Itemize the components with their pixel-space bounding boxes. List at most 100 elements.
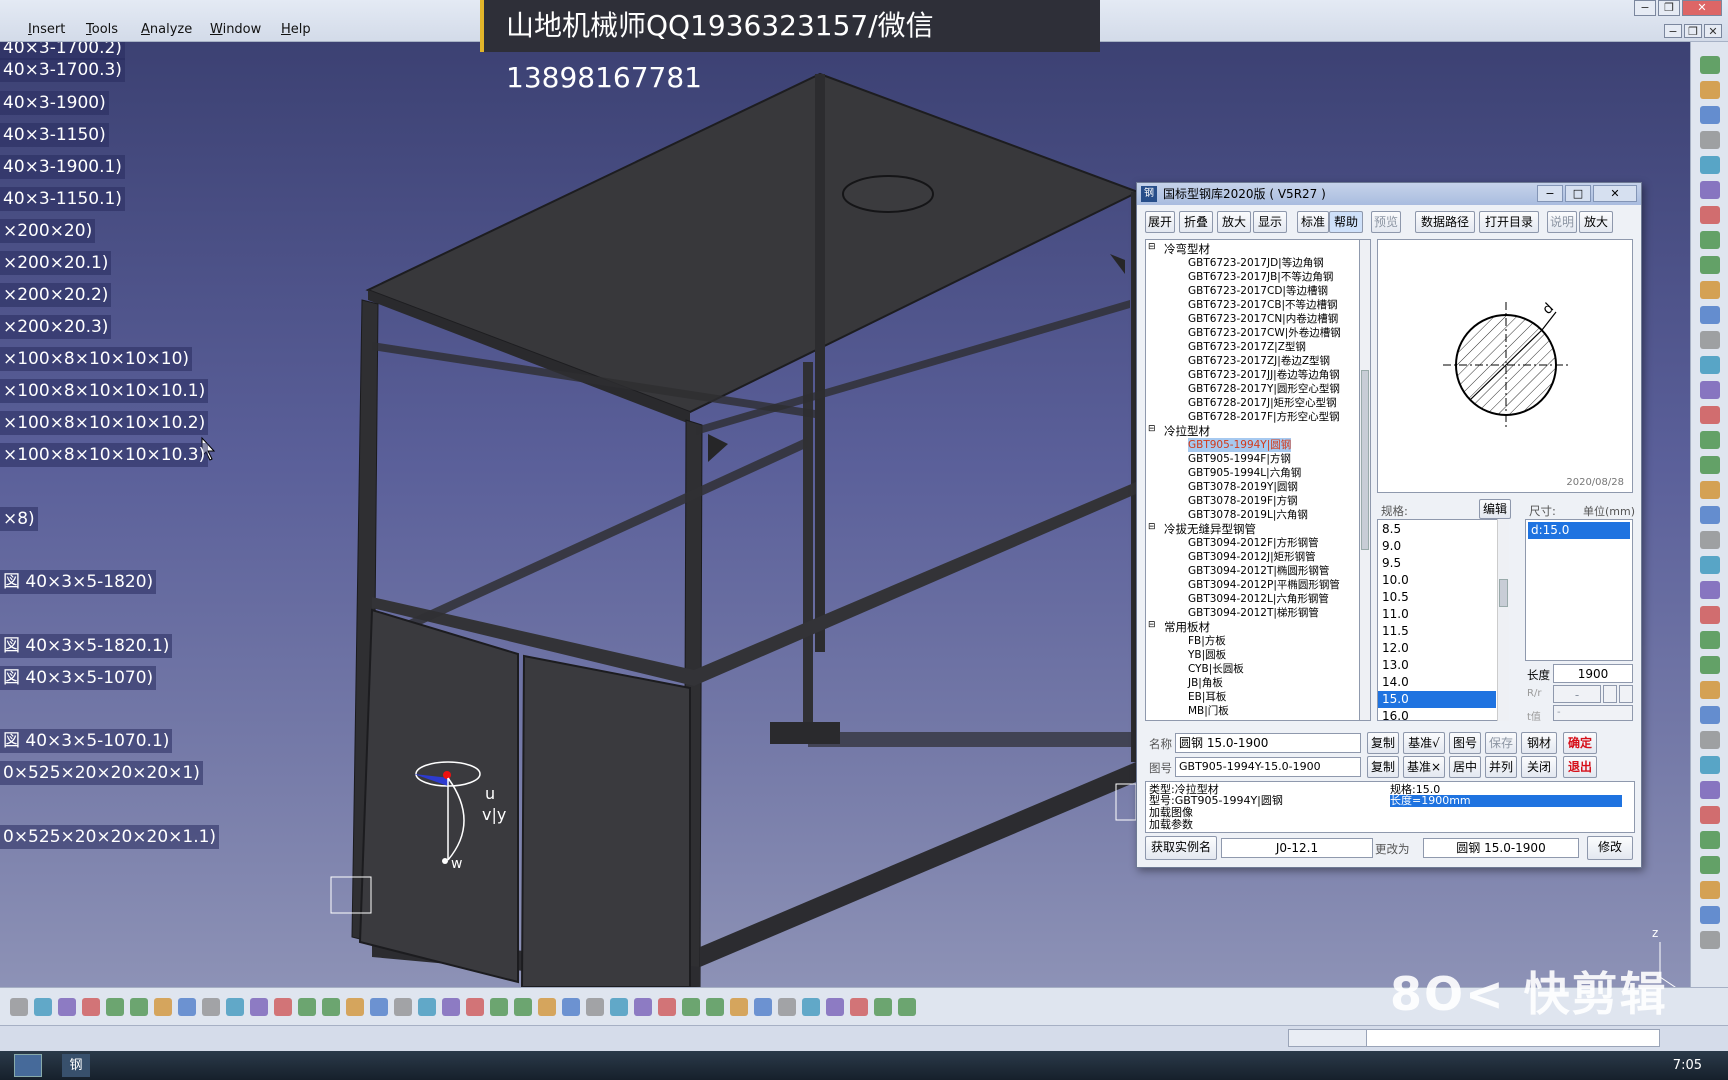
parallel-button[interactable]: 并列 (1485, 756, 1517, 778)
tree-item[interactable]: GBT6728-2017J|矩形空心型钢 (1188, 396, 1337, 410)
dialog-minimize-button[interactable]: − (1537, 185, 1563, 202)
toolbar-tool-icon[interactable] (1700, 81, 1720, 99)
spec-tree-node[interactable]: 図 40×3×5-1070) (0, 666, 157, 690)
edit-button[interactable]: 编辑 (1479, 499, 1511, 519)
collapse-toggle-icon[interactable]: ⊟ (1148, 242, 1156, 252)
toolbar-tool-icon[interactable] (58, 998, 76, 1016)
figno-input[interactable]: GBT905-1994Y-15.0-1900 (1175, 757, 1361, 777)
collapse-toggle-icon[interactable]: ⊟ (1148, 522, 1156, 532)
toolbar-tool-icon[interactable] (1700, 206, 1720, 224)
toolbar-tool-icon[interactable] (250, 998, 268, 1016)
collapse-toggle-icon[interactable]: ⊟ (1148, 620, 1156, 630)
tree-item[interactable]: GBT905-1994L|六角钢 (1188, 466, 1301, 480)
toolbar-tool-icon[interactable] (1700, 431, 1720, 449)
menu-help[interactable]: Help (281, 22, 311, 37)
help-button[interactable]: 帮助 (1329, 211, 1363, 233)
spec-tree-node[interactable]: ×200×20.3) (0, 315, 112, 339)
tree-item[interactable]: GBT6723-2017ZJ|卷边Z型钢 (1188, 354, 1330, 368)
spec-tree-node[interactable]: 40×3-1700.3) (0, 58, 125, 82)
toolbar-tool-icon[interactable] (1700, 156, 1720, 174)
spec-item[interactable]: 12.0 (1378, 640, 1496, 657)
toolbar-tool-icon[interactable] (706, 998, 724, 1016)
data-path-button[interactable]: 数据路径 (1415, 211, 1475, 233)
toolbar-tool-icon[interactable] (490, 998, 508, 1016)
toolbar-tool-icon[interactable] (778, 998, 796, 1016)
toolbar-tool-icon[interactable] (1700, 731, 1720, 749)
change-target-input[interactable]: 圆钢 15.0-1900 (1423, 838, 1579, 858)
toolbar-tool-icon[interactable] (1700, 706, 1720, 724)
tree-item[interactable]: GBT3078-2019Y|圆钢 (1188, 480, 1298, 494)
tree-category[interactable]: 冷拔无缝异型钢管 (1164, 522, 1256, 536)
spec-tree-node[interactable]: 図 40×3×5-1820.1) (0, 634, 173, 658)
toolbar-tool-icon[interactable] (346, 998, 364, 1016)
tree-item[interactable]: GBT6723-2017Z|Z型钢 (1188, 340, 1306, 354)
tree-item[interactable]: CYB|长圆板 (1188, 662, 1244, 676)
toolbar-tool-icon[interactable] (322, 998, 340, 1016)
tree-item[interactable]: GBT6728-2017F|方形空心型钢 (1188, 410, 1340, 424)
tree-item[interactable]: MB|门板 (1188, 704, 1229, 718)
tree-item[interactable]: YB|圆板 (1188, 648, 1226, 662)
menu-window[interactable]: Window (210, 22, 261, 37)
preview-button[interactable]: 预览 (1371, 211, 1401, 233)
tree-item[interactable]: GBT3094-2012T|椭圆形钢管 (1188, 564, 1329, 578)
figno-button[interactable]: 图号 (1449, 732, 1481, 754)
tree-item[interactable]: GBT6723-2017JD|等边角钢 (1188, 256, 1324, 270)
tree-item[interactable]: GBT3094-2012P|平椭圆形钢管 (1188, 578, 1340, 592)
tree-item[interactable]: EB|耳板 (1188, 690, 1226, 704)
spec-item[interactable]: 14.0 (1378, 674, 1496, 691)
toolbar-tool-icon[interactable] (274, 998, 292, 1016)
tree-item[interactable]: GBT905-1994F|方钢 (1188, 452, 1291, 466)
dialog-title-bar[interactable]: 钢 国标型钢库2020版 ( V5R27 ) − □ ✕ (1137, 183, 1641, 205)
collapse-toggle-icon[interactable]: ⊟ (1148, 424, 1156, 434)
rr-spin-plus[interactable] (1619, 685, 1633, 703)
spec-tree-node[interactable]: 図 40×3×5-1820) (0, 570, 157, 594)
command-input[interactable] (1366, 1029, 1660, 1047)
toolbar-tool-icon[interactable] (1700, 281, 1720, 299)
tree-item[interactable]: GBT6723-2017JB|不等边角钢 (1188, 270, 1333, 284)
spec-item[interactable]: 16.0 (1378, 708, 1496, 720)
tree-item[interactable]: GBT6728-2017Y|圆形空心型钢 (1188, 382, 1340, 396)
spec-list[interactable]: 8.5 9.0 9.5 10.0 10.5 11.0 11.5 12.0 13.0 14.0 15.… (1377, 519, 1509, 721)
toolbar-tool-icon[interactable] (1700, 531, 1720, 549)
spec-tree-node[interactable]: 40×3-1150) (0, 123, 109, 147)
rr-input[interactable]: - (1553, 685, 1601, 703)
toolbar-tool-icon[interactable] (226, 998, 244, 1016)
spec-tree-node[interactable]: ×8) (0, 507, 38, 531)
tree-item[interactable]: GBT6723-2017CB|不等边槽钢 (1188, 298, 1338, 312)
toolbar-tool-icon[interactable] (1700, 806, 1720, 824)
toolbar-tool-icon[interactable] (1700, 606, 1720, 624)
spec-item[interactable]: 10.5 (1378, 589, 1496, 606)
spec-scroll-thumb[interactable] (1499, 579, 1508, 607)
toolbar-tool-icon[interactable] (1700, 256, 1720, 274)
toolbar-tool-icon[interactable] (298, 998, 316, 1016)
toolbar-tool-icon[interactable] (82, 998, 100, 1016)
doc-restore-button[interactable]: ❐ (1684, 24, 1702, 38)
status-icons[interactable] (1288, 1029, 1368, 1047)
toolbar-tool-icon[interactable] (850, 998, 868, 1016)
menu-analyze[interactable]: Analyze (141, 22, 192, 37)
toolbar-tool-icon[interactable] (1700, 831, 1720, 849)
toolbar-tool-icon[interactable] (34, 998, 52, 1016)
steel-type-tree[interactable]: ⊟ 冷弯型材 GBT6723-2017JD|等边角钢 GBT6723-2017JB|… (1145, 239, 1360, 721)
toolbar-tool-icon[interactable] (682, 998, 700, 1016)
spec-tree-node[interactable]: ×200×20.2) (0, 283, 112, 307)
spec-item[interactable]: 13.0 (1378, 657, 1496, 674)
toolbar-tool-icon[interactable] (1700, 631, 1720, 649)
length-input[interactable]: 1900 (1553, 664, 1633, 683)
toolbar-tool-icon[interactable] (1700, 556, 1720, 574)
tree-item[interactable]: GBT3078-2019L|六角钢 (1188, 508, 1308, 522)
toolbar-tool-icon[interactable] (658, 998, 676, 1016)
spec-tree-node[interactable]: 40×3-1900.1) (0, 155, 125, 179)
tree-item[interactable]: FB|方板 (1188, 634, 1226, 648)
toolbar-tool-icon[interactable] (418, 998, 436, 1016)
spec-item[interactable]: 11.0 (1378, 606, 1496, 623)
tree-item[interactable]: JB|角板 (1188, 676, 1223, 690)
toolbar-tool-icon[interactable] (586, 998, 604, 1016)
toolbar-tool-icon[interactable] (754, 998, 772, 1016)
toolbar-tool-icon[interactable] (1700, 456, 1720, 474)
toolbar-tool-icon[interactable] (1700, 881, 1720, 899)
tree-category[interactable]: 冷弯型材 (1164, 242, 1210, 256)
copy2-button[interactable]: 复制 (1367, 756, 1399, 778)
app-minimize-button[interactable]: − (1634, 0, 1656, 16)
open-dir-button[interactable]: 打开目录 (1479, 211, 1539, 233)
